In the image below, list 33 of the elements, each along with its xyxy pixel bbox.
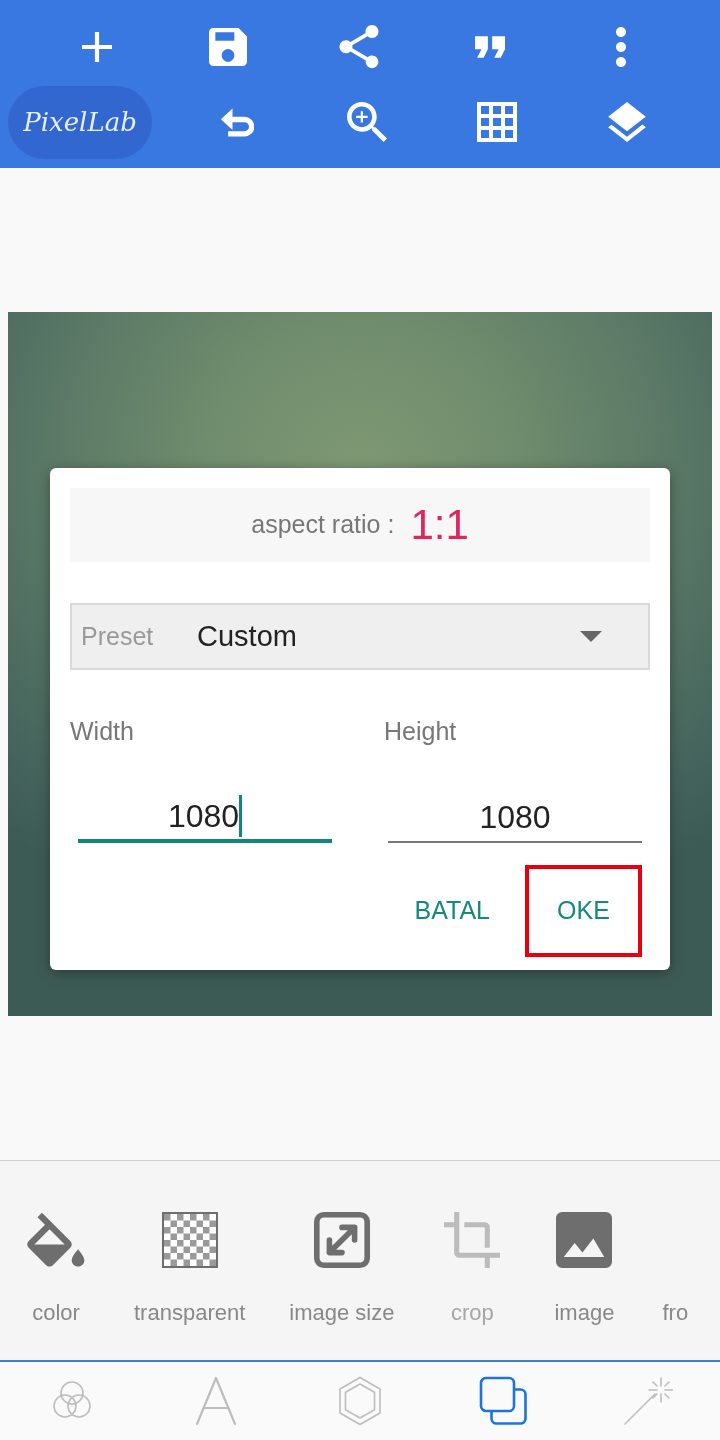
tool-button[interactable]: transparent	[112, 1161, 268, 1360]
preset-dropdown[interactable]: Preset Custom	[70, 603, 650, 670]
resize-icon	[313, 1212, 370, 1268]
aspect-ratio-value: 1:1	[410, 504, 469, 546]
save-icon[interactable]	[208, 28, 247, 66]
more-icon[interactable]	[613, 27, 628, 67]
field-label: Height	[384, 716, 458, 746]
text-cursor-icon	[239, 795, 243, 837]
number-input[interactable]: 1080	[78, 793, 332, 843]
crop-icon	[444, 1212, 501, 1268]
undo-icon[interactable]	[220, 107, 254, 137]
number-input[interactable]: 1080	[388, 793, 642, 843]
quote-icon[interactable]	[474, 35, 505, 59]
layers-icon[interactable]	[608, 102, 646, 142]
dialog-button[interactable]: BATAL	[394, 865, 510, 957]
grid-icon[interactable]	[477, 102, 517, 142]
tool-button[interactable]: color	[0, 1161, 112, 1360]
tool-button[interactable]: fro	[640, 1161, 689, 1360]
field-label: Width	[70, 716, 135, 746]
caret-icon[interactable]	[580, 631, 602, 642]
aspect-ratio-label: aspect ratio :	[251, 509, 395, 541]
checkerboard-icon	[161, 1212, 218, 1268]
paint-bucket-icon	[27, 1212, 85, 1268]
share-icon[interactable]	[338, 25, 379, 69]
tool-button[interactable]: image	[528, 1161, 641, 1360]
zoom-in-icon[interactable]	[347, 102, 387, 142]
dialog-button[interactable]: OKE	[525, 865, 642, 957]
app-logo[interactable]: PixelLab	[8, 85, 152, 159]
layered-squares-icon[interactable]	[479, 1376, 529, 1426]
preset-label: Preset	[81, 620, 155, 652]
tool-button[interactable]: image size	[267, 1161, 417, 1360]
add-icon[interactable]	[81, 32, 112, 62]
image-icon	[556, 1212, 613, 1268]
